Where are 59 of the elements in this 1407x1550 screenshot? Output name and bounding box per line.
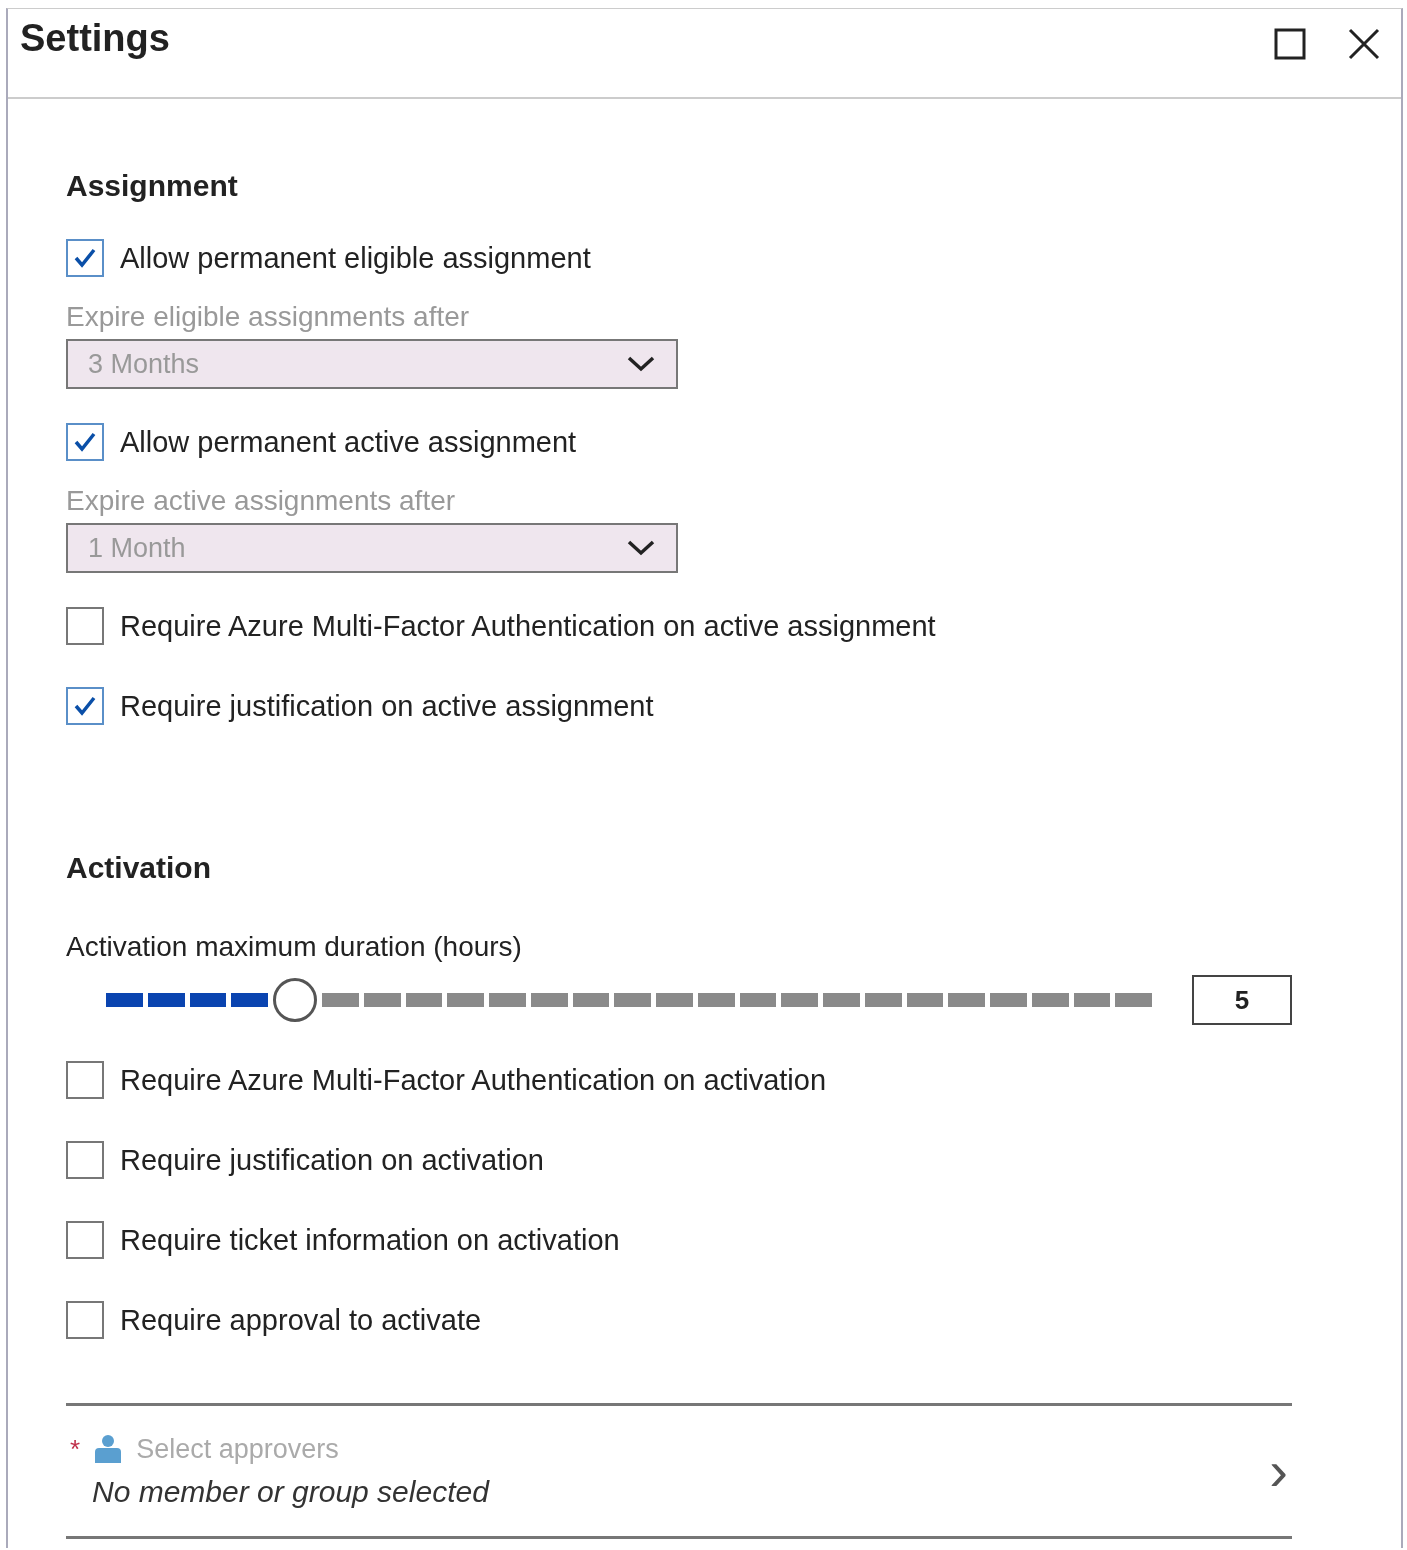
slider-track-segment bbox=[739, 993, 777, 1007]
checkbox[interactable] bbox=[66, 687, 104, 725]
checkbox[interactable] bbox=[66, 239, 104, 277]
slider-track-segment bbox=[572, 993, 610, 1007]
field-label: Expire active assignments after bbox=[66, 485, 457, 517]
maximize-icon[interactable] bbox=[1273, 27, 1307, 61]
slider-track-segment bbox=[489, 993, 526, 1007]
checkbox[interactable] bbox=[66, 607, 104, 645]
person-icon bbox=[94, 1434, 123, 1464]
slider-track-segment bbox=[447, 993, 484, 1007]
field-label: Expire eligible assignments after bbox=[66, 301, 471, 333]
checkbox-label: Require justification on active assignment bbox=[120, 689, 654, 723]
slider-track-segment bbox=[656, 993, 693, 1007]
required-mark: * bbox=[70, 1433, 81, 1465]
slider-track-segment bbox=[614, 993, 651, 1007]
duration-slider[interactable] bbox=[106, 978, 1152, 1022]
section-heading: Assignment bbox=[66, 169, 238, 203]
slider-filled-segment bbox=[189, 993, 227, 1007]
slider-filled-segment bbox=[106, 993, 143, 1007]
slider-track-segment bbox=[823, 993, 860, 1007]
slider-filled-segment bbox=[147, 993, 185, 1007]
checkbox[interactable] bbox=[66, 1061, 104, 1099]
slider-track-segment bbox=[864, 993, 902, 1007]
slider-track-segment bbox=[1073, 993, 1111, 1007]
checkbox[interactable] bbox=[66, 1221, 104, 1259]
slider-track-segment bbox=[322, 993, 359, 1007]
checkbox[interactable] bbox=[66, 1301, 104, 1339]
slider-track-segment bbox=[906, 993, 944, 1007]
slider-track-segment bbox=[948, 993, 985, 1007]
slider-track-segment bbox=[990, 993, 1027, 1007]
slider-track-segment bbox=[781, 993, 818, 1007]
checkbox[interactable] bbox=[66, 423, 104, 461]
close-icon[interactable] bbox=[1347, 27, 1381, 61]
checkbox-label: Allow permanent active assignment bbox=[120, 425, 577, 459]
approvers-placeholder: Select approvers bbox=[136, 1433, 339, 1465]
chevron-icon bbox=[626, 355, 656, 373]
checkbox-label: Require approval to activate bbox=[120, 1303, 482, 1337]
checkbox-label: Allow permanent eligible assignment bbox=[120, 241, 591, 275]
checkbox-label: Require Azure Multi-Factor Authentication on active assignment bbox=[120, 609, 936, 643]
chevron-icon bbox=[626, 539, 656, 557]
slider-thumb[interactable] bbox=[273, 978, 317, 1022]
chevron-icon: › bbox=[1269, 1443, 1292, 1499]
checkbox-label: Require ticket information on activation bbox=[120, 1223, 620, 1257]
checkbox[interactable] bbox=[66, 1141, 104, 1179]
approvers-picker[interactable]: * Select approvers No member or group selected › bbox=[66, 1403, 1292, 1539]
slider-track-segment bbox=[697, 993, 735, 1007]
slider-track-segment bbox=[1031, 993, 1069, 1007]
checkbox-label: Require justification on activation bbox=[120, 1143, 544, 1177]
slider-track-segment bbox=[1115, 993, 1152, 1007]
checkbox-label: Require Azure Multi-Factor Authentication on activation bbox=[120, 1063, 827, 1097]
slider-track-segment bbox=[530, 993, 568, 1007]
window-title: Settings bbox=[20, 17, 170, 60]
slider-track-segment bbox=[363, 993, 401, 1007]
approvers-status: No member or group selected bbox=[91, 1474, 489, 1509]
slider-filled-segment bbox=[231, 993, 268, 1007]
duration-input[interactable]: 5 bbox=[1192, 975, 1292, 1025]
section-heading: Activation bbox=[66, 851, 212, 885]
slider-track-segment bbox=[405, 993, 443, 1007]
slider-label: Activation maximum duration (hours) bbox=[66, 931, 523, 963]
